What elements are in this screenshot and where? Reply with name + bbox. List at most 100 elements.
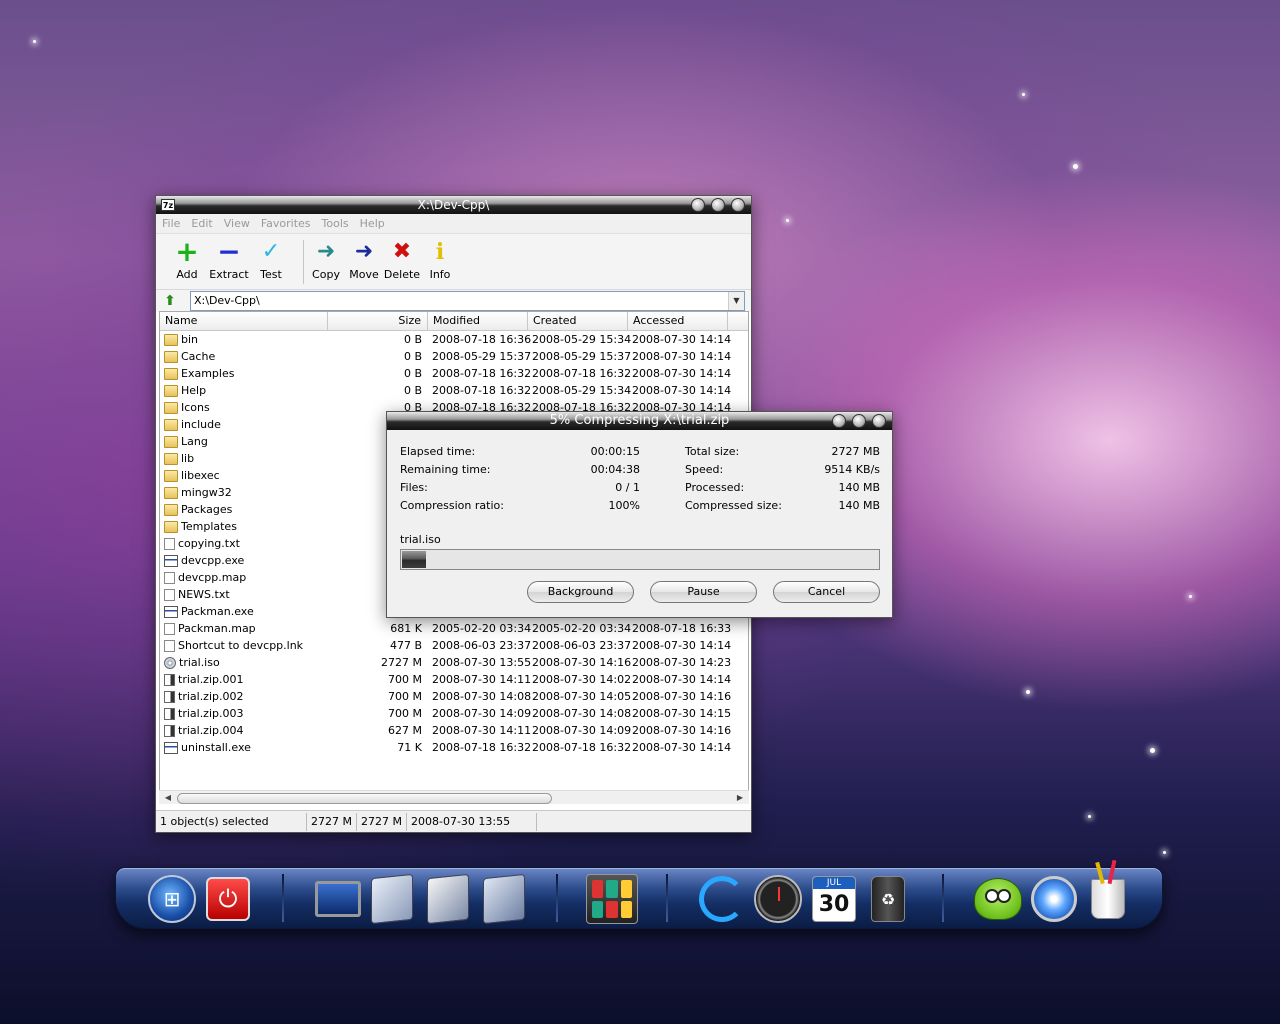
table-row[interactable]: trial.zip.004 627 M 2008-07-30 14:11 2008-0… [160, 722, 748, 739]
part-icon [164, 707, 175, 720]
control-panel-icon[interactable] [586, 872, 638, 926]
scroll-left-icon[interactable]: ◀ [161, 791, 175, 805]
file-name-cell: lib [160, 452, 328, 465]
file-name-cell: Packages [160, 503, 328, 516]
cancel-button[interactable]: Cancel [773, 581, 880, 603]
elapsed-label: Elapsed time: [400, 445, 476, 458]
power-icon[interactable]: ⏻ [202, 872, 254, 926]
progress-dialog: 5% Compressing X:\trial.zip Elapsed time… [386, 411, 893, 618]
computer-icon[interactable] [312, 872, 364, 926]
total-size-value: 2727 MB [831, 445, 880, 458]
table-row[interactable]: Examples 0 B 2008-07-18 16:32 2008-07-18 16… [160, 365, 748, 382]
file-size: 2727 M [381, 656, 422, 669]
status-filler [537, 813, 751, 831]
info-label: Info [429, 268, 451, 281]
dock-separator [556, 874, 558, 922]
star [1163, 851, 1166, 854]
table-row[interactable]: trial.zip.001 700 M 2008-07-30 14:11 2008-0… [160, 671, 748, 688]
table-row[interactable]: Packman.map 681 K 2005-02-20 03:34 2005-02-… [160, 620, 748, 637]
file-created: 2008-07-30 14:09 [532, 724, 632, 737]
close-button[interactable] [872, 414, 886, 428]
file-accessed: 2008-07-30 14:16 [632, 690, 732, 703]
column-header-size[interactable]: Size [328, 312, 428, 330]
menu-favorites[interactable]: Favorites [261, 217, 311, 230]
alien-icon[interactable] [972, 872, 1024, 926]
file-name: trial.zip.001 [178, 673, 244, 686]
compressed-size-label: Compressed size: [685, 499, 782, 512]
menu-edit[interactable]: Edit [191, 217, 212, 230]
chevron-down-icon[interactable]: ▼ [728, 292, 744, 310]
file-name: Help [181, 384, 207, 397]
file-modified: 2008-07-30 14:11 [432, 673, 532, 686]
main-titlebar[interactable]: 7z X:\Dev-Cpp\ [156, 196, 751, 214]
clock-icon[interactable] [752, 872, 804, 926]
file-accessed: 2008-07-30 14:14 [632, 367, 732, 380]
file-size: 700 M [388, 707, 422, 720]
file-modified: 2008-07-30 14:11 [432, 724, 532, 737]
table-row[interactable]: uninstall.exe 71 K 2008-07-18 16:32 2008-07… [160, 739, 748, 756]
calendar-icon[interactable]: JUL 30 [808, 872, 860, 926]
table-row[interactable]: trial.iso 2727 M 2008-07-30 13:55 2008-07-3… [160, 654, 748, 671]
add-button[interactable]: + Add [165, 238, 209, 282]
start-orb-icon[interactable]: ⊞ [146, 872, 198, 926]
file-size: 700 M [388, 673, 422, 686]
documents-icon[interactable] [366, 872, 418, 926]
minimize-button[interactable] [691, 198, 705, 212]
file-created: 2008-07-30 14:05 [532, 690, 632, 703]
file-size: 0 B [403, 367, 422, 380]
extract-button[interactable]: − Extract [207, 238, 251, 282]
file-icon [164, 571, 175, 584]
maximize-button[interactable] [852, 414, 866, 428]
test-button[interactable]: ✓ Test [249, 238, 293, 281]
close-button[interactable] [731, 198, 745, 212]
file-name: Templates [181, 520, 237, 533]
file-accessed: 2008-07-30 14:14 [632, 741, 732, 754]
horizontal-scrollbar[interactable]: ◀ ▶ [159, 790, 749, 804]
file-name-cell: bin [160, 333, 328, 346]
menu-tools[interactable]: Tools [322, 217, 349, 230]
column-header-modified[interactable]: Modified [428, 312, 528, 330]
file-name-cell: copying.txt [160, 537, 328, 550]
column-header-created[interactable]: Created [528, 312, 628, 330]
file-accessed: 2008-07-30 14:16 [632, 724, 732, 737]
pictures-icon[interactable] [422, 872, 474, 926]
column-header-name[interactable]: Name [160, 312, 328, 330]
table-row[interactable]: Cache 0 B 2008-05-29 15:37 2008-05-29 15:37… [160, 348, 748, 365]
scrollbar-thumb[interactable] [177, 793, 552, 804]
menu-file[interactable]: File [162, 217, 180, 230]
file-name: bin [181, 333, 199, 346]
menu-view[interactable]: View [224, 217, 250, 230]
total-size-label: Total size: [685, 445, 740, 458]
file-name-cell: trial.zip.001 [160, 673, 328, 686]
table-row[interactable]: Shortcut to devcpp.lnk 477 B 2008-06-03 23… [160, 637, 748, 654]
folder-icon [164, 367, 178, 380]
info-button[interactable]: i Info [418, 238, 462, 281]
check-icon: ✓ [261, 239, 281, 264]
file-modified: 2008-07-18 16:32 [432, 367, 532, 380]
orb-app-icon[interactable] [696, 872, 748, 926]
pause-button[interactable]: Pause [650, 581, 757, 603]
table-row[interactable]: Help 0 B 2008-07-18 16:32 2008-05-29 15:34 2… [160, 382, 748, 399]
safari-icon[interactable] [1028, 872, 1080, 926]
files-label: Files: [400, 481, 428, 494]
file-created: 2005-02-20 03:34 [532, 622, 632, 635]
file-created: 2008-07-18 16:32 [532, 367, 632, 380]
maximize-button[interactable] [711, 198, 725, 212]
file-created: 2008-05-29 15:34 [532, 333, 632, 346]
table-row[interactable]: bin 0 B 2008-07-18 16:36 2008-05-29 15:34 20… [160, 331, 748, 348]
scroll-right-icon[interactable]: ▶ [733, 791, 747, 805]
menu-help[interactable]: Help [360, 217, 385, 230]
background-button[interactable]: Background [527, 581, 634, 603]
pencil-cup-icon[interactable] [1082, 872, 1134, 926]
address-combobox[interactable]: X:\Dev-Cpp\ ▼ [190, 291, 745, 311]
file-modified: 2008-05-29 15:37 [432, 350, 532, 363]
file-created: 2008-06-03 23:37 [532, 639, 632, 652]
folder-up-icon[interactable]: ⬆ [162, 293, 178, 309]
column-header-accessed[interactable]: Accessed [628, 312, 728, 330]
table-row[interactable]: trial.zip.002 700 M 2008-07-30 14:08 2008-0… [160, 688, 748, 705]
recycle-bin-icon[interactable]: ♻ [862, 872, 914, 926]
progress-titlebar[interactable]: 5% Compressing X:\trial.zip [387, 412, 892, 430]
minimize-button[interactable] [832, 414, 846, 428]
music-icon[interactable] [478, 872, 530, 926]
table-row[interactable]: trial.zip.003 700 M 2008-07-30 14:09 2008-0… [160, 705, 748, 722]
